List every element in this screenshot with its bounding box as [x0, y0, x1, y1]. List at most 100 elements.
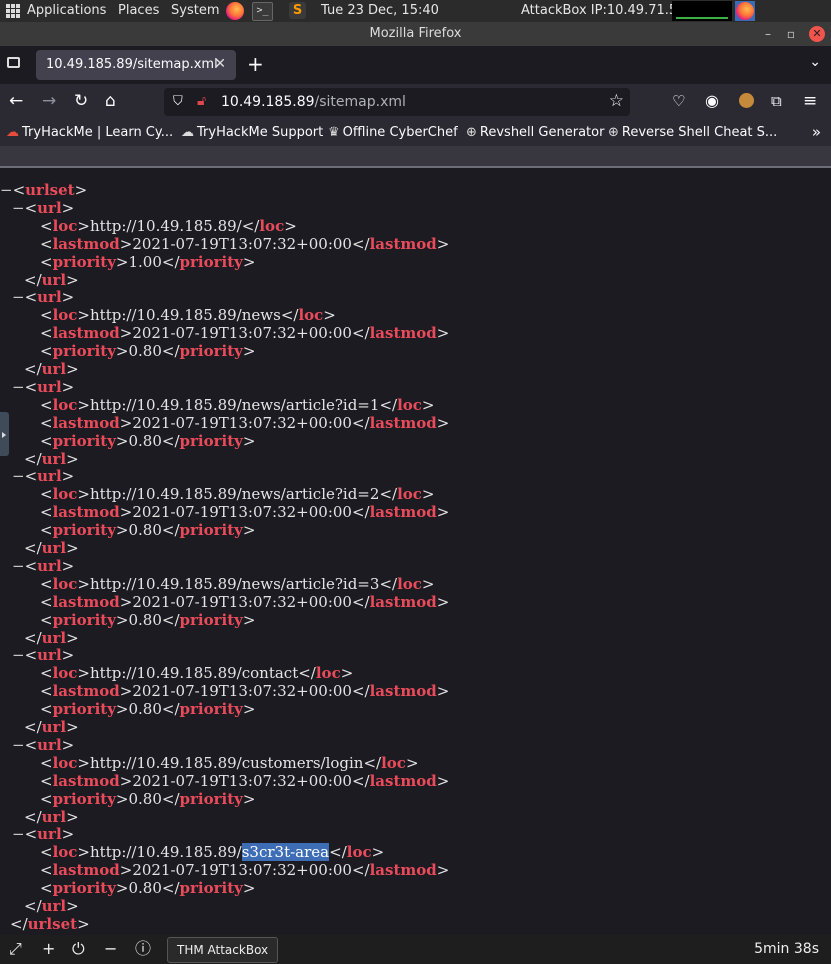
system-menu[interactable]: System — [171, 3, 219, 18]
navigation-toolbar: ← → ↻ ⌂ ⛉ 🔓︎ 10.49.185.89/sitemap.xml ☆ … — [0, 84, 831, 120]
reload-icon[interactable]: ↻ — [74, 91, 88, 111]
more-bookmarks-chevron-icon[interactable]: » — [812, 123, 821, 141]
url-bar[interactable]: ⛉ 🔓︎ 10.49.185.89/sitemap.xml ☆ — [164, 88, 630, 116]
xml-value: 2021-07-19T13:07:32+00:00 — [132, 682, 352, 701]
info-icon[interactable]: ⓘ — [135, 940, 151, 958]
bookmark-cyberchef[interactable]: ♛ Offline CyberChef — [328, 125, 458, 140]
thm-attackbox-button[interactable]: THM AttackBox — [167, 937, 279, 963]
xml-url-open: −<url> — [12, 735, 75, 754]
account-icon[interactable]: ◉ — [705, 91, 719, 111]
xml-url-open: −<url> — [12, 377, 75, 396]
collapse-toggle[interactable]: − — [12, 646, 25, 664]
xml-viewer: −<urlset> −<url> <loc>http://10.49.185.89/… — [0, 168, 831, 935]
close-window-icon[interactable]: ✕ — [809, 26, 825, 42]
home-icon[interactable]: ⌂ — [105, 91, 116, 111]
xml-value: 2021-07-19T13:07:32+00:00 — [132, 592, 352, 611]
restore-icon[interactable]: ▫ — [787, 22, 795, 46]
collapse-toggle[interactable]: − — [0, 181, 13, 199]
xml-url-open: −<url> — [12, 556, 75, 575]
xml-tag-name: loc — [381, 753, 406, 772]
minimize-bar-icon[interactable]: − — [104, 940, 117, 958]
xml-priority-line: <priority>0.80</priority> — [40, 879, 256, 898]
collapse-toggle[interactable]: − — [12, 557, 25, 575]
terminal-launcher-icon[interactable]: >_ — [252, 2, 273, 21]
xml-lastmod-line: <lastmod>2021-07-19T13:07:32+00:00</last… — [40, 503, 450, 522]
back-arrow-icon[interactable]: ← — [9, 91, 23, 111]
xml-priority-line: <priority>1.00</priority> — [40, 252, 256, 271]
insecure-lock-icon[interactable]: 🔓︎ — [197, 93, 206, 109]
globe-icon: ⊕ — [466, 125, 477, 140]
minimize-icon[interactable]: – — [765, 22, 771, 46]
xml-tag-name: loc — [52, 753, 78, 772]
collapse-toggle[interactable]: − — [12, 378, 25, 396]
xml-value: 2021-07-19T13:07:32+00:00 — [132, 234, 352, 253]
xml-loc-line: <loc>http://10.49.185.89/s3cr3t-area</lo… — [40, 843, 385, 862]
xml-tag-name: urlset — [27, 914, 78, 933]
xml-tag-name: priority — [52, 700, 116, 719]
xml-priority-line: <priority>0.80</priority> — [40, 700, 256, 719]
xml-tag-name: url — [37, 735, 62, 754]
fullscreen-expand-icon[interactable]: ⤢ — [9, 940, 22, 958]
xml-tag-name: url — [41, 807, 67, 826]
xml-priority-line: <priority>0.80</priority> — [40, 610, 256, 629]
tracking-protection-shield-icon[interactable]: ⛉ — [173, 94, 183, 109]
xml-url-close: </url> — [24, 807, 79, 826]
side-panel-handle[interactable] — [0, 412, 9, 456]
close-tab-icon[interactable]: ✕ — [214, 56, 226, 72]
applications-menu[interactable]: Applications — [27, 3, 106, 18]
selected-text[interactable]: s3cr3t-area — [241, 843, 330, 862]
bookmark-tryhackme[interactable]: ☁ TryHackMe | Learn Cy... — [6, 125, 173, 140]
session-timer: 5min 38s — [754, 941, 819, 957]
applications-grid-icon[interactable] — [6, 4, 20, 18]
xml-value: 0.80 — [128, 431, 162, 450]
window-title: Mozilla Firefox — [369, 26, 462, 41]
xml-tag-name: loc — [52, 664, 78, 683]
xml-value: 2021-07-19T13:07:32+00:00 — [132, 324, 352, 343]
bookmark-revshell-generator[interactable]: ⊕ Revshell Generator — [466, 125, 604, 140]
extensions-puzzle-icon[interactable]: ⧉ — [771, 91, 782, 111]
tab-sitemap[interactable]: 10.49.185.89/sitemap.xml ✕ — [36, 50, 236, 80]
bookmark-tryhackme-support[interactable]: ☁ TryHackMe Support — [181, 125, 323, 140]
bookmark-reverse-shell-cheatsheet[interactable]: ⊕ Reverse Shell Cheat S... — [608, 125, 777, 140]
xml-tag-name: url — [41, 628, 67, 647]
xml-loc-line: <loc>http://10.49.185.89/</loc> — [40, 216, 297, 235]
cookie-editor-extension-icon[interactable] — [739, 93, 754, 108]
add-icon[interactable]: + — [42, 940, 55, 958]
xml-tag-name: priority — [52, 252, 116, 271]
firefox-view-icon[interactable] — [7, 57, 20, 68]
xml-value: http://10.49.185.89/news — [90, 306, 281, 325]
xml-url-open: −<url> — [12, 198, 75, 217]
bookmark-star-icon[interactable]: ☆ — [609, 91, 624, 111]
window-titlebar: Mozilla Firefox – ▫ ✕ — [0, 22, 831, 46]
xml-value: http://10.49.185.89/ — [90, 843, 242, 862]
list-all-tabs-chevron-icon[interactable]: ⌄ — [809, 54, 821, 70]
collapse-toggle[interactable]: − — [12, 199, 25, 217]
xml-tag-name: url — [37, 198, 62, 217]
power-icon[interactable]: ⏻ — [72, 940, 85, 958]
xml-lastmod-line: <lastmod>2021-07-19T13:07:32+00:00</last… — [40, 592, 450, 611]
sublime-launcher-icon[interactable]: S — [289, 2, 306, 19]
url-text[interactable]: 10.49.185.89/sitemap.xml — [221, 94, 406, 110]
places-menu[interactable]: Places — [118, 3, 159, 18]
new-tab-button[interactable]: + — [247, 54, 264, 74]
xml-tag-name: loc — [52, 395, 78, 414]
clock[interactable]: Tue 23 Dec, 15:40 — [321, 3, 439, 18]
collapse-toggle[interactable]: − — [12, 825, 25, 843]
xml-tag-name: priority — [52, 431, 116, 450]
collapse-toggle[interactable]: − — [12, 288, 25, 306]
xml-value: http://10.49.185.89/news/article?id=2 — [90, 485, 380, 504]
xml-tag-name: lastmod — [369, 771, 437, 790]
pocket-icon[interactable]: ♡ — [672, 91, 685, 111]
collapse-toggle[interactable]: − — [12, 736, 25, 754]
chef-hat-icon: ♛ — [328, 125, 340, 140]
xml-tag-name: lastmod — [369, 861, 437, 880]
tray-firefox-window[interactable] — [735, 1, 755, 21]
forward-arrow-icon[interactable]: → — [42, 91, 56, 111]
hamburger-menu-icon[interactable]: ≡ — [803, 91, 817, 111]
xml-tag-name: lastmod — [369, 324, 437, 343]
firefox-launcher-icon[interactable] — [226, 2, 244, 20]
xml-tag-name: loc — [397, 485, 422, 504]
url-host: 10.49.185.89 — [221, 94, 315, 110]
collapse-toggle[interactable]: − — [12, 467, 25, 485]
xml-tag-name: loc — [52, 843, 78, 862]
